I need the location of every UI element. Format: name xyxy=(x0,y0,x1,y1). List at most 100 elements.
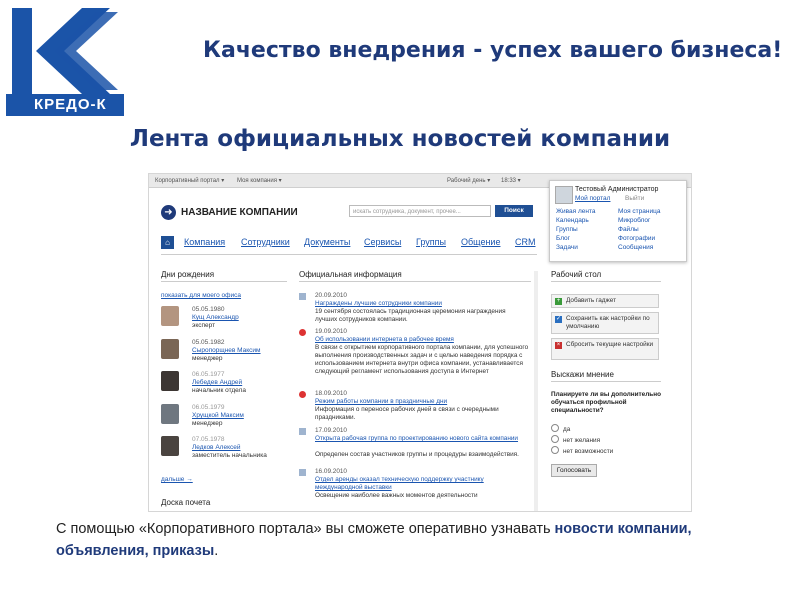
user-menu-item[interactable]: Файлы xyxy=(618,226,660,235)
person-name-link[interactable]: Ледков Алексей xyxy=(192,444,240,451)
search-input[interactable]: искать сотрудника, документ, прочее... xyxy=(349,205,491,217)
company-name: НАЗВАНИЕ КОМПАНИИ xyxy=(181,207,298,218)
news-title-link[interactable]: Награждены лучшие сотрудники компании xyxy=(315,300,529,308)
poll-question: Планируете ли вы дополнительно обучаться… xyxy=(551,391,661,414)
poll-option[interactable]: да xyxy=(551,424,570,433)
save-defaults-button[interactable]: ✓ Сохранить как настройки по умолчанию xyxy=(551,312,659,334)
save-defaults-label: Сохранить как настройки по умолчанию xyxy=(566,315,650,330)
birthday-person: 05.05.1980 Кущ Александр эксперт xyxy=(161,306,281,336)
person-date: 05.05.1980 xyxy=(192,306,225,313)
news-title-link[interactable]: Отдел аренды оказал техническую поддержк… xyxy=(315,476,529,492)
user-menu-item[interactable]: Моя страница xyxy=(618,208,660,217)
logo-text: КРЕДО-К xyxy=(34,96,107,113)
birthday-person: 06.05.1979 Хрущкой Максим менеджер xyxy=(161,404,281,434)
plus-icon: + xyxy=(555,298,562,305)
news-date: 19.09.2010 xyxy=(315,328,347,335)
radio-button[interactable] xyxy=(551,424,559,432)
nav-crm[interactable]: CRM xyxy=(515,237,536,247)
news-title-link[interactable]: Открыта рабочая группа по проектированию… xyxy=(315,435,529,443)
user-menu-col1: Живая лента Календарь Группы Блог Задачи xyxy=(556,208,595,253)
document-icon xyxy=(299,428,306,435)
birthday-person: 07.05.1978 Ледков Алексей заместитель на… xyxy=(161,436,281,466)
birthdays-more-link[interactable]: дальше → xyxy=(161,476,193,483)
radio-button[interactable] xyxy=(551,446,559,454)
poll-heading: Выскажи мнение xyxy=(551,370,661,382)
nav-employees[interactable]: Сотрудники xyxy=(241,237,290,247)
my-portal-link[interactable]: Мой портал xyxy=(575,195,610,202)
person-name-link[interactable]: Сыропорщнев Максим xyxy=(192,347,261,354)
user-menu-item[interactable]: Блог xyxy=(556,235,595,244)
tagline: Качество внедрения - успех вашего бизнес… xyxy=(203,38,783,63)
user-menu-col2: Моя страница Микроблог Файлы Фотографии … xyxy=(618,208,660,253)
brand-arrow-icon: ➜ xyxy=(161,205,176,220)
person-date: 06.05.1977 xyxy=(192,371,225,378)
person-photo xyxy=(161,436,179,456)
page-headline: Лента официальных новостей компании xyxy=(129,126,671,152)
menu-workday[interactable]: Рабочий день ▾ xyxy=(447,177,490,184)
poll-option-label: нет желания xyxy=(563,437,601,444)
caption: С помощью «Корпоративного портала» вы см… xyxy=(56,518,756,562)
avatar[interactable] xyxy=(555,186,573,204)
user-menu-item[interactable]: Сообщения xyxy=(618,244,660,253)
menu-corporate-portal[interactable]: Корпоративный портал ▾ xyxy=(155,177,224,184)
nav-groups[interactable]: Группы xyxy=(416,237,446,247)
reset-icon: × xyxy=(555,342,562,349)
news-scrollbar[interactable] xyxy=(534,271,538,511)
user-menu-item[interactable]: Календарь xyxy=(556,217,595,226)
logout-link[interactable]: Выйти xyxy=(625,195,644,202)
honor-board-heading: Доска почета xyxy=(161,498,211,507)
clock-label[interactable]: 18:33 ▾ xyxy=(501,177,521,184)
check-icon: ✓ xyxy=(555,316,562,323)
add-gadget-button[interactable]: + Добавить гаджет xyxy=(551,294,659,308)
person-name-link[interactable]: Кущ Александр xyxy=(192,314,239,321)
document-icon xyxy=(299,469,306,476)
person-role: эксперт xyxy=(192,322,216,329)
birthday-person: 05.05.1982 Сыропорщнев Максим менеджер xyxy=(161,339,281,369)
news-item: 19.09.2010 Об использовании интернета в … xyxy=(299,328,529,390)
news-date: 17.09.2010 xyxy=(315,427,347,434)
user-menu-item[interactable]: Задачи xyxy=(556,244,595,253)
person-date: 07.05.1978 xyxy=(192,436,225,443)
news-item: 18.09.2010 Режим работы компании в празд… xyxy=(299,390,529,426)
person-photo xyxy=(161,339,179,359)
menu-my-company[interactable]: Моя компания ▾ xyxy=(237,177,282,184)
user-menu-item[interactable]: Живая лента xyxy=(556,208,595,217)
news-title-link[interactable]: Режим работы компании в праздничные дни xyxy=(315,398,529,406)
reset-settings-button[interactable]: × Сбросить текущие настройки xyxy=(551,338,659,360)
person-photo xyxy=(161,371,179,391)
alert-icon xyxy=(299,391,306,398)
vote-button[interactable]: Голосовать xyxy=(551,464,597,477)
home-icon[interactable]: ⌂ xyxy=(161,236,174,249)
news-item: 20.09.2010 Награждены лучшие сотрудники … xyxy=(299,292,529,328)
news-item: 16.09.2010 Отдел аренды оказал техническ… xyxy=(299,468,529,511)
alert-icon xyxy=(299,329,306,336)
user-menu-item[interactable]: Группы xyxy=(556,226,595,235)
user-menu-item[interactable]: Фотографии xyxy=(618,235,660,244)
birthdays-office-link[interactable]: показать для моего офиса xyxy=(161,292,241,299)
news-title-link[interactable]: Об использовании интернета в рабочее вре… xyxy=(315,336,529,344)
nav-divider xyxy=(161,254,537,255)
news-date: 20.09.2010 xyxy=(315,292,347,299)
poll-option-label: да xyxy=(563,426,571,433)
nav-company[interactable]: Компания xyxy=(184,237,225,247)
person-name-link[interactable]: Хрущкой Максим xyxy=(192,412,244,419)
radio-button[interactable] xyxy=(551,435,559,443)
person-name-link[interactable]: Лебедев Андрей xyxy=(192,379,242,386)
birthdays-heading: Дни рождения xyxy=(161,270,287,282)
person-photo xyxy=(161,306,179,326)
news-text: Определен состав участников группы и про… xyxy=(315,451,519,458)
news-text: 19 сентября состоялась традиционная цере… xyxy=(315,308,506,323)
nav-services[interactable]: Сервисы xyxy=(364,237,401,247)
user-menu-item[interactable]: Микроблог xyxy=(618,217,660,226)
person-role: начальник отдела xyxy=(192,387,246,394)
document-icon xyxy=(299,293,306,300)
user-name: Тестовый Администратор xyxy=(575,186,659,193)
nav-documents[interactable]: Документы xyxy=(304,237,350,247)
search-button[interactable]: Поиск xyxy=(495,205,533,217)
nav-communication[interactable]: Общение xyxy=(461,237,500,247)
poll-option[interactable]: нет возможности xyxy=(551,446,613,455)
person-role: менеджер xyxy=(192,420,223,427)
person-date: 05.05.1982 xyxy=(192,339,225,346)
news-date: 16.09.2010 xyxy=(315,468,347,475)
poll-option[interactable]: нет желания xyxy=(551,435,600,444)
